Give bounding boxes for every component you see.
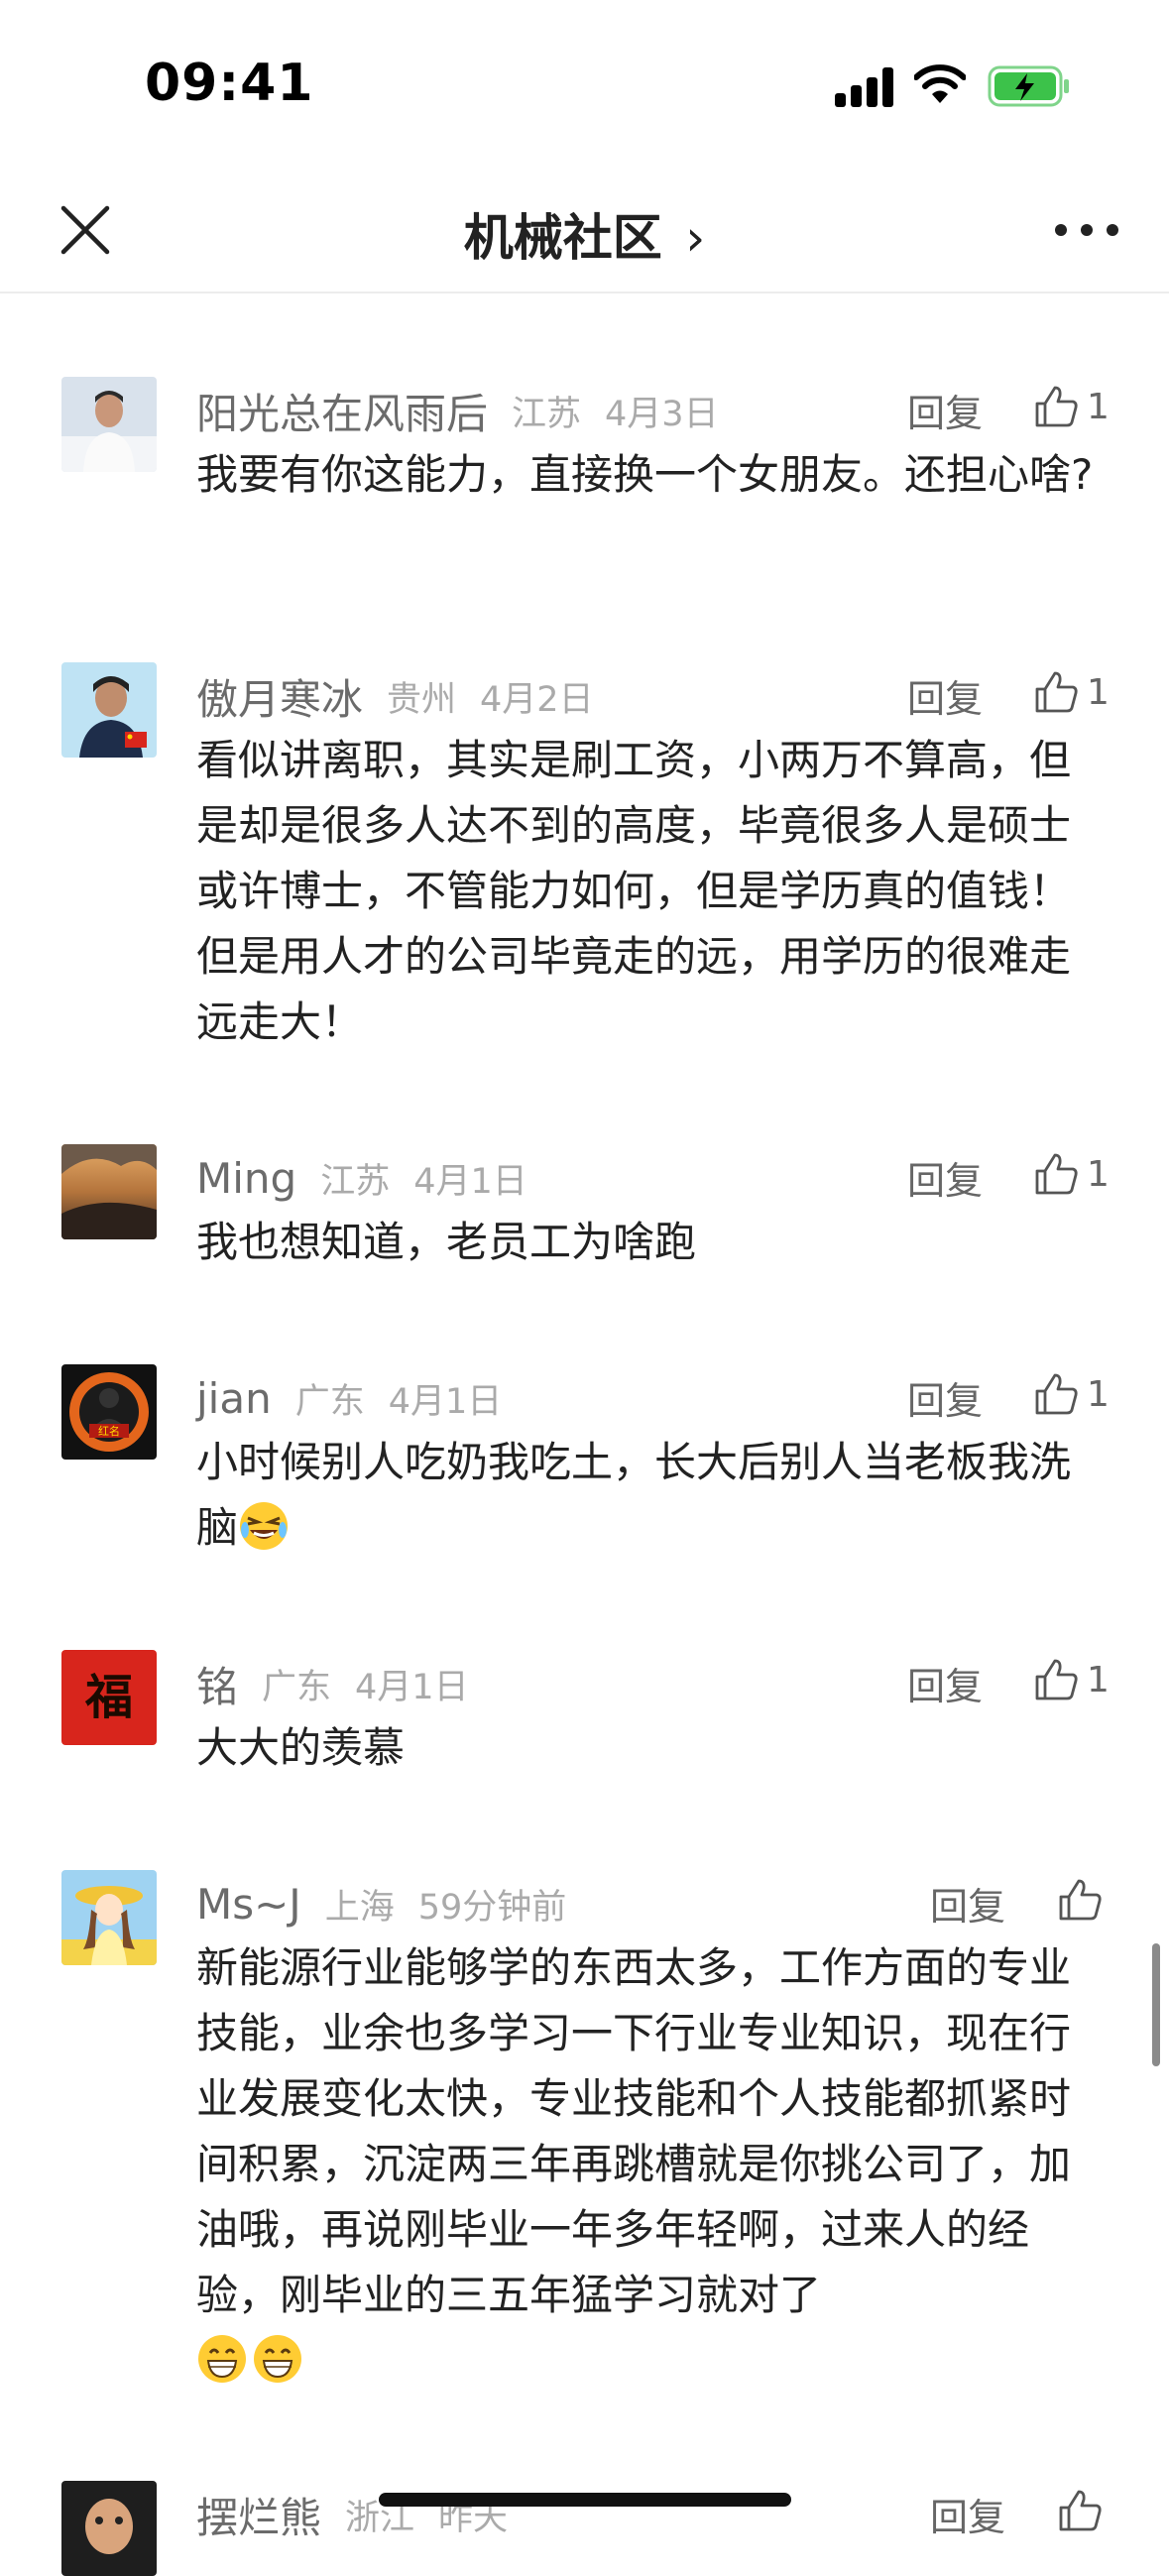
comment-item: Ming 江苏 4月1日 回复 1 我也想知道，老员工为啥跑 <box>0 1144 1169 1283</box>
like-button[interactable]: 1 <box>1031 1364 1110 1424</box>
reply-button[interactable]: 回复 <box>907 668 983 723</box>
reply-button[interactable]: 回复 <box>907 1150 983 1205</box>
thumbs-up-icon <box>1035 386 1078 427</box>
username[interactable]: 摆烂熊 <box>196 2485 321 2545</box>
status-time: 09:41 <box>145 54 314 113</box>
comment-item: 阳光总在风雨后 江苏 4月3日 回复 1 我要有你这能力，直接换一个女朋友。还担… <box>0 377 1169 575</box>
comment-date: 4月1日 <box>355 1667 469 1707</box>
comment-meta: 阳光总在风雨后 江苏 4月3日 <box>196 381 719 440</box>
home-indicator[interactable] <box>379 2493 791 2507</box>
community-title-link[interactable]: 机械社区 › <box>464 209 705 267</box>
comment-text: 我要有你这能力，直接换一个女朋友。还担心啥? <box>196 450 1094 499</box>
thumbs-up-icon <box>1035 1153 1078 1195</box>
avatar[interactable] <box>61 1870 157 1965</box>
svg-text:福: 福 <box>84 1670 133 1725</box>
username[interactable]: 傲月寒冰 <box>196 666 363 727</box>
username[interactable]: jian <box>196 1374 272 1423</box>
like-button[interactable] <box>1055 1870 1105 1930</box>
location: 广东 <box>262 1667 332 1707</box>
thumbs-up-icon <box>1059 2490 1102 2531</box>
comment-date: 4月1日 <box>388 1381 503 1422</box>
location: 江苏 <box>512 394 582 434</box>
like-button[interactable] <box>1055 2481 1105 2540</box>
like-count: 1 <box>1087 386 1110 427</box>
chevron-right-icon: › <box>685 209 706 267</box>
comment-text: 我也想知道，老员工为啥跑 <box>196 1218 697 1266</box>
like-button[interactable]: 1 <box>1031 377 1110 436</box>
page-title: 机械社区 › <box>0 198 1169 270</box>
comment-item: 傲月寒冰 贵州 4月2日 回复 1 看似讲离职，其实是刷工资，小两万不算高，但是… <box>0 662 1169 1079</box>
page-title-text: 机械社区 <box>463 209 662 267</box>
comment-text-container: 新能源行业能够学的东西太多，工作方面的专业技能，业余也多学习一下行业专业知识，现… <box>196 1935 1109 2394</box>
reply-button[interactable]: 回复 <box>930 1876 1005 1931</box>
grinning-emoji <box>254 2335 301 2383</box>
username[interactable]: Ms~J <box>196 1880 301 1929</box>
avatar[interactable] <box>61 662 157 758</box>
avatar[interactable]: 红名 <box>61 1364 157 1460</box>
grinning-emoji <box>198 2335 246 2383</box>
comment-date: 59分钟前 <box>417 1887 567 1928</box>
comment-date: 4月2日 <box>480 679 594 720</box>
location: 贵州 <box>387 679 457 720</box>
comment-meta: jian 广东 4月1日 <box>196 1368 502 1428</box>
comment-text: 大大的羡慕 <box>196 1723 406 1772</box>
comment-item: 福 铭 广东 4月1日 回复 1 大大的羡慕 <box>0 1650 1169 1789</box>
thumbs-up-icon <box>1035 1373 1078 1415</box>
status-bar: 09:41 <box>0 0 1169 169</box>
like-button[interactable]: 1 <box>1031 662 1110 722</box>
username[interactable]: 铭 <box>196 1654 238 1714</box>
reply-button[interactable]: 回复 <box>930 2487 1005 2541</box>
reply-button[interactable]: 回复 <box>907 383 983 437</box>
comment-item: 红名 jian 广东 4月1日 回复 1 小时候别人吃奶我吃土，长大后别人当老板… <box>0 1364 1169 1563</box>
wifi-icon <box>914 64 966 103</box>
comment-item: 摆烂熊 浙江 昨天 回复 <box>0 2481 1169 2576</box>
like-count: 1 <box>1087 671 1110 713</box>
location: 江苏 <box>320 1161 391 1202</box>
comment-meta: 傲月寒冰 贵州 4月2日 <box>196 666 594 726</box>
location: 上海 <box>324 1887 395 1928</box>
reply-button[interactable]: 回复 <box>907 1656 983 1710</box>
like-button[interactable]: 1 <box>1031 1144 1110 1204</box>
like-button[interactable]: 1 <box>1031 1650 1110 1709</box>
laughing-tears-emoji <box>240 1502 289 1550</box>
username[interactable]: 阳光总在风雨后 <box>196 381 488 441</box>
scrollbar[interactable] <box>1152 1943 1160 2066</box>
thumbs-up-icon <box>1035 1659 1078 1700</box>
comment-date: 4月1日 <box>413 1161 527 1202</box>
more-icon[interactable] <box>1051 212 1122 248</box>
avatar[interactable] <box>61 2481 157 2576</box>
reply-button[interactable]: 回复 <box>907 1370 983 1425</box>
like-count: 1 <box>1087 1153 1110 1195</box>
comment-text: 看似讲离职，其实是刷工资，小两万不算高，但是却是很多人达不到的高度，毕竟很多人是… <box>196 736 1072 1046</box>
avatar[interactable]: 福 <box>61 1650 157 1745</box>
thumbs-up-icon <box>1059 1879 1102 1921</box>
username[interactable]: Ming <box>196 1154 296 1203</box>
avatar[interactable] <box>61 1144 157 1239</box>
avatar[interactable] <box>61 377 157 472</box>
comment-meta: Ms~J 上海 59分钟前 <box>196 1874 566 1933</box>
comment-date: 4月3日 <box>605 394 719 434</box>
navigation-bar: 机械社区 › <box>0 169 1169 293</box>
comment-text-container: 小时候别人吃奶我吃土，长大后别人当老板我洗脑 <box>196 1430 1109 1561</box>
cellular-signal-icon <box>835 65 896 107</box>
comment-text: 新能源行业能够学的东西太多，工作方面的专业技能，业余也多学习一下行业专业知识，现… <box>196 1943 1072 2319</box>
comment-item: Ms~J 上海 59分钟前 回复 新能源行业能够学的东西太多，工作方面的专业技能… <box>0 1870 1169 2396</box>
like-count: 1 <box>1087 1659 1110 1700</box>
comment-text: 小时候别人吃奶我吃土，长大后别人当老板我洗脑 <box>196 1438 1072 1552</box>
comment-meta: Ming 江苏 4月1日 <box>196 1148 527 1208</box>
battery-charging-icon <box>988 65 1069 107</box>
like-count: 1 <box>1087 1373 1110 1415</box>
svg-text:红名: 红名 <box>98 1424 120 1438</box>
comment-meta: 铭 广东 4月1日 <box>196 1654 469 1713</box>
location: 广东 <box>294 1381 365 1422</box>
thumbs-up-icon <box>1035 671 1078 713</box>
